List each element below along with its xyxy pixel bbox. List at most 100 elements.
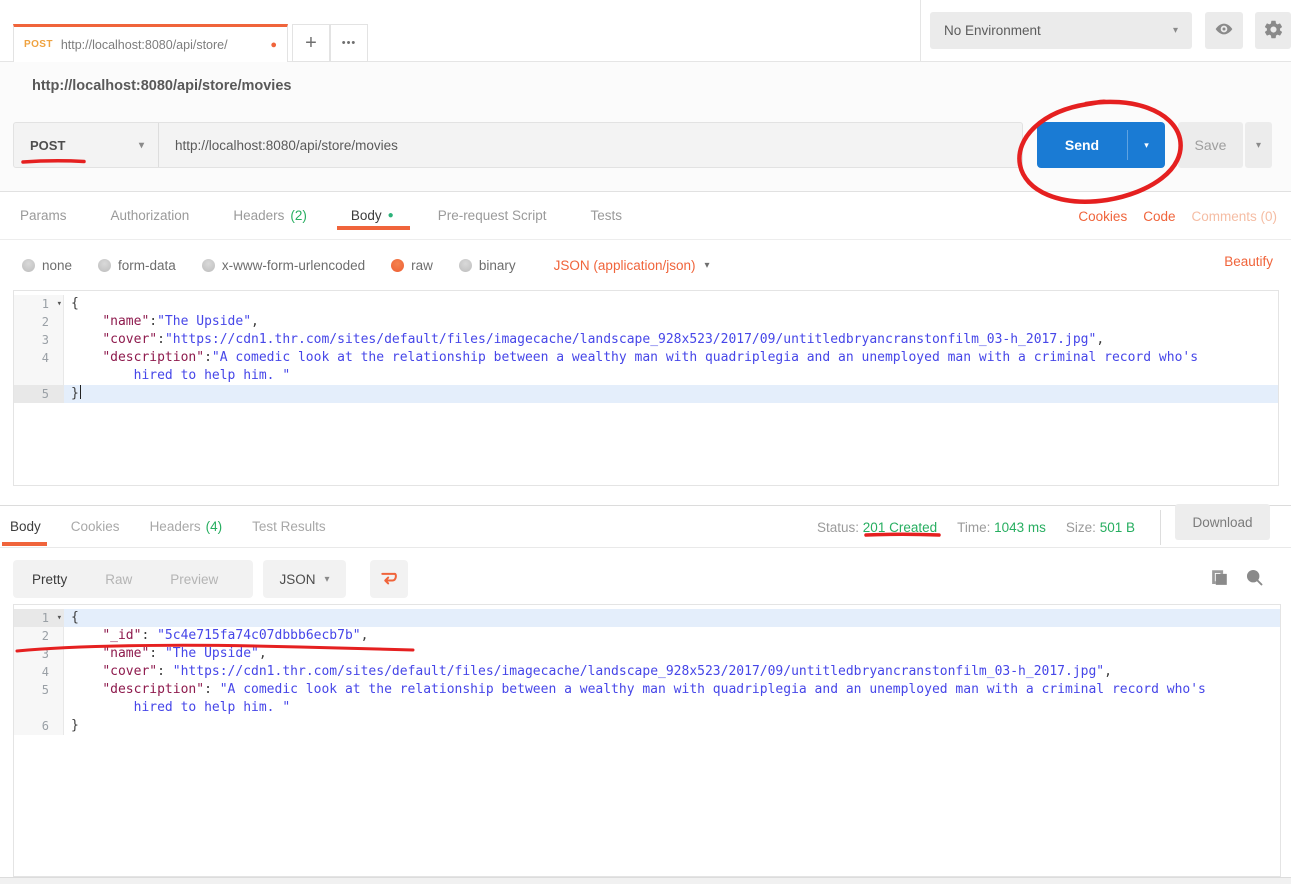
download-button[interactable]: Download	[1175, 504, 1270, 540]
response-tab-test-results[interactable]: Test Results	[252, 506, 326, 548]
search-icon	[1244, 567, 1265, 591]
tab-headers[interactable]: Headers (2)	[233, 192, 307, 240]
line-number: 2	[14, 627, 64, 645]
chevron-down-icon: ▾	[139, 140, 144, 151]
tab-url-label: http://localhost:8080/api/store/	[61, 38, 263, 52]
mode-raw[interactable]: raw	[391, 258, 433, 273]
code-text: "description": "A comedic look at the re…	[64, 681, 1280, 699]
code-text: "description":"A comedic look at the rel…	[64, 349, 1278, 367]
fold-caret-icon[interactable]: ▾	[57, 609, 62, 627]
view-tab-preview[interactable]: Preview	[170, 572, 218, 587]
response-tab-cookies[interactable]: Cookies	[71, 506, 120, 548]
content-type-select[interactable]: JSON (application/json) ▾	[554, 258, 710, 273]
line-number	[14, 699, 64, 717]
environment-quick-look-button[interactable]	[1205, 12, 1243, 49]
mode-none[interactable]: none	[22, 258, 72, 273]
view-tab-raw[interactable]: Raw	[105, 572, 132, 587]
line-number: 5	[14, 385, 64, 403]
send-options-button[interactable]: ▾	[1128, 122, 1165, 168]
radio-icon[interactable]	[459, 259, 472, 272]
code-line: 6}	[14, 717, 1280, 735]
method-select[interactable]: POST ▾	[14, 123, 159, 167]
view-tab-pretty[interactable]: Pretty	[32, 572, 67, 587]
tab-tests[interactable]: Tests	[590, 192, 622, 240]
chevron-down-icon: ▾	[704, 260, 709, 271]
url-builder: POST ▾	[13, 122, 1023, 168]
time-badge: Time: 1043 ms	[957, 520, 1046, 535]
status-badge: Status: 201 Created	[817, 520, 937, 535]
code-line: hired to help him. "	[14, 367, 1278, 385]
code-line: 1▾{	[14, 295, 1278, 313]
line-number: 4	[14, 663, 64, 681]
mode-binary[interactable]: binary	[459, 258, 516, 273]
radio-icon[interactable]	[22, 259, 35, 272]
code-line: 2 "name":"The Upside",	[14, 313, 1278, 331]
request-tabs: Params Authorization Headers (2) Body ● …	[0, 192, 1291, 240]
view-mode-segment: Pretty Raw Preview	[13, 560, 253, 598]
line-number: 2	[14, 313, 64, 331]
settings-button[interactable]	[1255, 12, 1291, 49]
gear-icon	[1263, 19, 1284, 43]
text-cursor	[80, 385, 82, 399]
code-text: {	[64, 609, 1280, 627]
response-format-select[interactable]: JSON ▾	[263, 560, 346, 598]
code-text: "cover":"https://cdn1.thr.com/sites/defa…	[64, 331, 1278, 349]
wrap-icon	[379, 568, 399, 591]
radio-icon[interactable]	[98, 259, 111, 272]
line-number: 1▾	[14, 609, 64, 627]
comments-link[interactable]: Comments (0)	[1191, 209, 1277, 224]
code-text: "cover": "https://cdn1.thr.com/sites/def…	[64, 663, 1280, 681]
body-type-row: none form-data x-www-form-urlencoded raw…	[0, 240, 1291, 290]
send-button[interactable]: Send ▾	[1037, 122, 1165, 168]
copy-icon	[1208, 567, 1230, 592]
line-number: 3	[14, 331, 64, 349]
search-response-button[interactable]	[1241, 566, 1267, 592]
more-tabs-button[interactable]: •••	[330, 24, 368, 62]
code-line: 3 "cover":"https://cdn1.thr.com/sites/de…	[14, 331, 1278, 349]
url-input[interactable]	[159, 123, 1022, 167]
divider	[1160, 510, 1161, 545]
fold-caret-icon[interactable]: ▾	[57, 295, 62, 313]
code-line: 2 "_id": "5c4e715fa74c07dbbb6ecb7b",	[14, 627, 1280, 645]
code-text: "name": "The Upside",	[64, 645, 1280, 663]
tab-method-badge: POST	[24, 39, 53, 50]
tab-authorization[interactable]: Authorization	[111, 192, 190, 240]
request-tab[interactable]: POST http://localhost:8080/api/store/ ●	[13, 24, 288, 62]
cookies-link[interactable]: Cookies	[1078, 209, 1127, 224]
code-text: "_id": "5c4e715fa74c07dbbb6ecb7b",	[64, 627, 1280, 645]
radio-selected-icon[interactable]	[391, 259, 404, 272]
code-text: {	[64, 295, 1278, 313]
beautify-link[interactable]: Beautify	[1224, 254, 1273, 269]
environment-selector[interactable]: No Environment ▾	[930, 12, 1192, 49]
headers-count-badge: (4)	[206, 519, 223, 534]
line-number: 1▾	[14, 295, 64, 313]
copy-response-button[interactable]	[1206, 566, 1232, 592]
response-body-editor[interactable]: 1▾{2 "_id": "5c4e715fa74c07dbbb6ecb7b",3…	[13, 604, 1281, 877]
unsaved-dot-icon: ●	[270, 39, 277, 51]
tab-body[interactable]: Body ●	[351, 192, 394, 240]
response-tab-headers[interactable]: Headers (4)	[150, 506, 223, 548]
mode-form-data[interactable]: form-data	[98, 258, 176, 273]
code-text: }	[64, 385, 1278, 403]
size-badge: Size: 501 B	[1066, 520, 1135, 535]
chevron-down-icon: ▾	[1144, 140, 1149, 151]
word-wrap-toggle[interactable]	[370, 560, 408, 598]
save-options-button[interactable]: ▾	[1245, 122, 1272, 168]
mode-x-www-form-urlencoded[interactable]: x-www-form-urlencoded	[202, 258, 365, 273]
tab-params[interactable]: Params	[20, 192, 67, 240]
save-button[interactable]: Save	[1178, 122, 1243, 168]
response-tab-body[interactable]: Body	[10, 506, 41, 548]
chevron-down-icon: ▾	[1173, 25, 1178, 36]
line-number: 6	[14, 717, 64, 735]
code-line: 5}	[14, 385, 1278, 403]
body-set-dot-icon: ●	[388, 210, 394, 221]
request-body-editor[interactable]: 1▾{2 "name":"The Upside",3 "cover":"http…	[13, 290, 1279, 486]
radio-icon[interactable]	[202, 259, 215, 272]
code-text: "name":"The Upside",	[64, 313, 1278, 331]
active-tab-underline	[337, 226, 410, 230]
tab-pre-request-script[interactable]: Pre-request Script	[438, 192, 547, 240]
code-text: }	[64, 717, 1280, 735]
code-link[interactable]: Code	[1143, 209, 1175, 224]
code-line: hired to help him. "	[14, 699, 1280, 717]
new-tab-button[interactable]: +	[292, 24, 330, 62]
